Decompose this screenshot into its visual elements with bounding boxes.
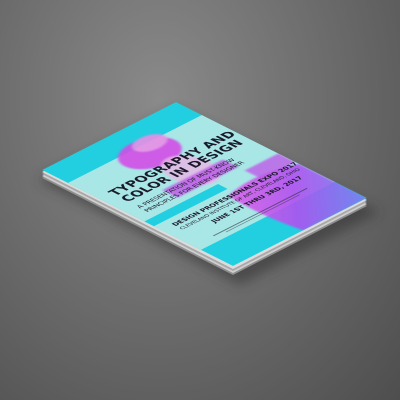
- brochure-mockup: TYPOGRAPHY AND COLOR IN DESIGN A PRESENT…: [38, 101, 380, 285]
